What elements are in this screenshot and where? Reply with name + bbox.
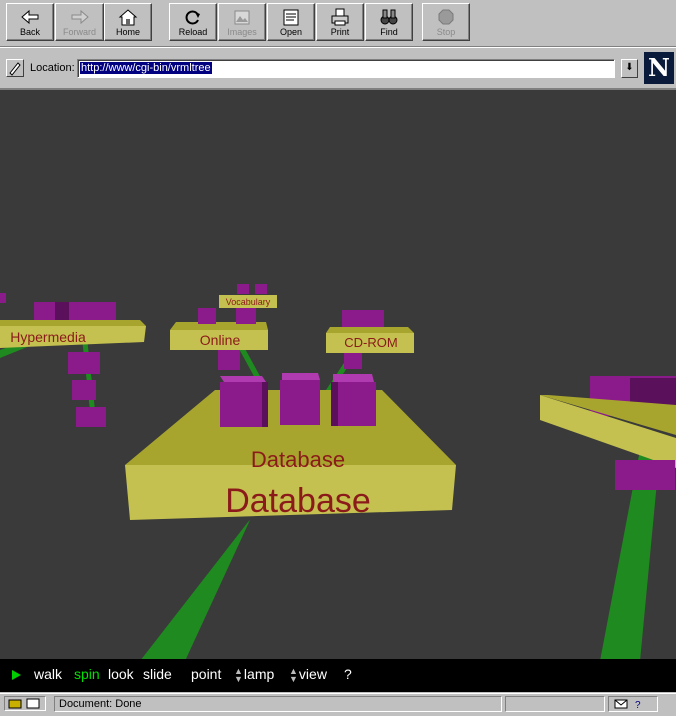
svg-text:?: ? — [635, 700, 641, 711]
tool-lamp-label: lamp — [243, 666, 275, 682]
mode-slide[interactable]: slide — [143, 666, 172, 682]
right-node[interactable] — [540, 376, 676, 490]
print-label: Print — [330, 27, 350, 37]
location-url: http://www/cgi-bin/vrmltree — [80, 62, 212, 74]
tool-view[interactable]: ▲ ▼view — [289, 666, 327, 685]
forward-arrow-icon — [56, 7, 103, 27]
forward-label: Forward — [62, 27, 96, 37]
status-mail[interactable]: ? — [608, 696, 658, 712]
home-icon — [105, 7, 151, 27]
find-button[interactable]: Find — [365, 3, 413, 41]
database-box-2[interactable] — [280, 373, 320, 425]
back-arrow-icon — [7, 7, 53, 27]
up-down-arrows-icon: ▲ ▼ — [234, 666, 243, 685]
security-lock-icon[interactable] — [4, 696, 46, 711]
vrml-navigation-bar: walk spin look slide point ▲ ▼lamp ▲ ▼view… — [0, 659, 676, 692]
stop-label: Stop — [436, 27, 456, 37]
bookmark-icon[interactable] — [6, 59, 24, 77]
netscape-logo: N — [644, 52, 674, 84]
stop-button[interactable]: Stop — [422, 3, 470, 41]
location-input[interactable]: http://www/cgi-bin/vrmltree — [77, 59, 615, 78]
back-label: Back — [19, 27, 40, 37]
forward-button[interactable]: Forward — [55, 3, 104, 41]
mode-walk[interactable]: walk — [34, 666, 62, 682]
find-label: Find — [380, 27, 398, 37]
cdrom-label: CD-ROM — [344, 335, 397, 350]
database-top-label: Database — [251, 447, 345, 472]
vocabulary-node[interactable]: Vocabulary — [219, 295, 277, 308]
reload-label: Reload — [178, 27, 208, 37]
status-progress — [505, 696, 605, 712]
printer-icon — [317, 7, 363, 27]
mode-look[interactable]: look — [108, 666, 134, 682]
stem-database-main — [141, 520, 250, 659]
database-box-1[interactable] — [220, 376, 268, 427]
reload-icon — [170, 7, 216, 27]
tool-point[interactable]: point — [191, 666, 221, 682]
online-label: Online — [200, 332, 241, 348]
print-button[interactable]: Print — [316, 3, 364, 41]
home-label: Home — [115, 27, 140, 37]
location-bar: Location: http://www/cgi-bin/vrmltree ⬇ … — [0, 46, 676, 89]
tool-lamp[interactable]: ▲ ▼lamp — [234, 666, 275, 685]
database-front-label: Database — [225, 482, 371, 520]
home-button[interactable]: Home — [104, 3, 152, 41]
open-button[interactable]: Open — [267, 3, 315, 41]
mode-spin[interactable]: spin — [74, 666, 100, 682]
back-button[interactable]: Back — [6, 3, 54, 41]
help-button[interactable]: ? — [344, 666, 352, 682]
tool-view-label: view — [298, 666, 327, 682]
cdrom-node[interactable]: CD-ROM — [326, 310, 414, 369]
online-node[interactable]: Online — [170, 322, 268, 350]
vrml-scene[interactable]: Database Database Online Vocabulary CD-R… — [0, 88, 676, 659]
images-label: Images — [227, 27, 257, 37]
images-icon — [219, 7, 265, 27]
status-bar: Document: Done ? — [0, 693, 676, 714]
chevron-down-icon: ⬇ — [625, 62, 634, 73]
up-down-arrows-icon: ▲ ▼ — [289, 666, 298, 685]
database-box-3[interactable] — [331, 374, 376, 426]
hypermedia-label: Hypermedia — [10, 329, 86, 345]
location-dropdown-button[interactable]: ⬇ — [621, 59, 638, 78]
play-icon[interactable] — [10, 668, 22, 686]
status-text: Document: Done — [54, 696, 502, 712]
vocabulary-label: Vocabulary — [226, 297, 271, 307]
images-button[interactable]: Images — [218, 3, 266, 41]
toolbar: Back Forward Home Reload Images Open Pri… — [0, 0, 676, 46]
open-label: Open — [279, 27, 303, 37]
stop-icon — [423, 7, 469, 27]
binoculars-icon — [366, 7, 412, 27]
open-icon — [268, 7, 314, 27]
hypermedia-node[interactable]: Hypermedia — [0, 302, 146, 348]
location-label: Location: — [30, 62, 75, 74]
reload-button[interactable]: Reload — [169, 3, 217, 41]
